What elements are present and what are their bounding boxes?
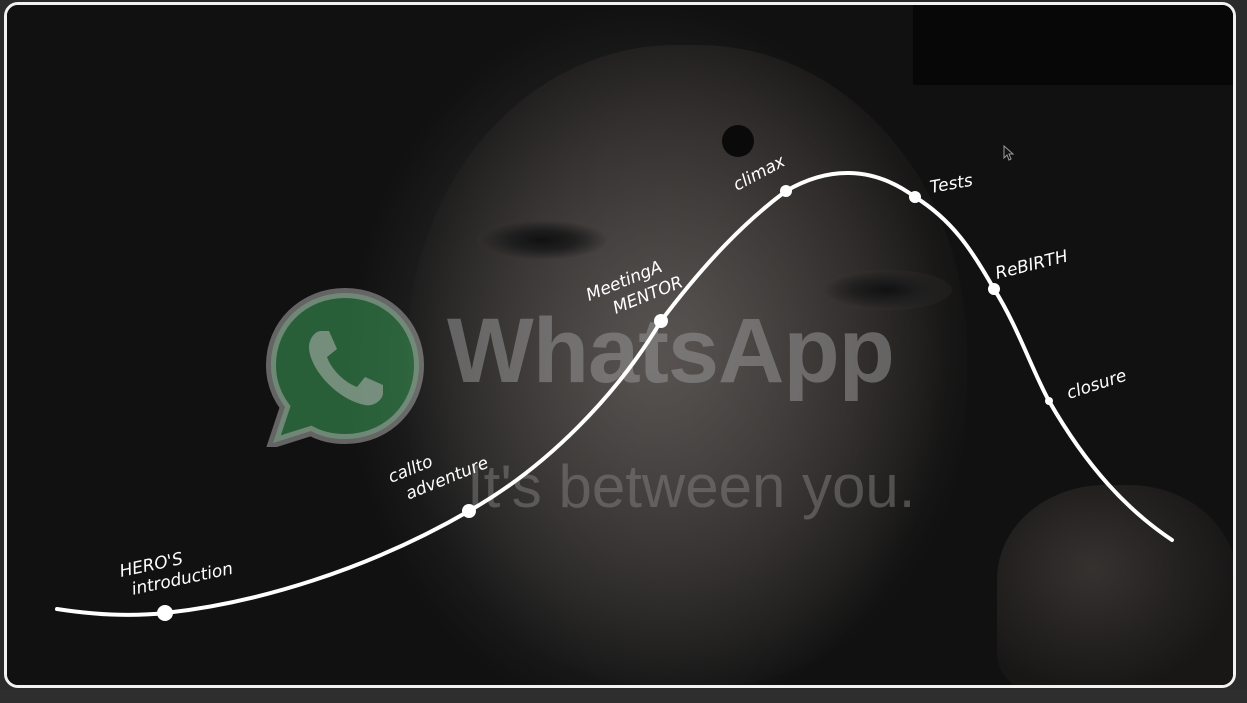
stage-label-tests: Tests	[928, 171, 974, 198]
story-arc-overlay: HERO'S introduction callto adventure Mee…	[55, 151, 1174, 621]
stage-marker	[462, 504, 476, 518]
stage-marker	[157, 605, 173, 621]
stage-marker	[909, 191, 921, 203]
stage-marker	[1045, 397, 1053, 405]
stage-marker	[988, 283, 1000, 295]
bottom-strip	[0, 690, 1247, 703]
mouse-pointer-icon	[1003, 145, 1015, 161]
stage-label-rebirth: ReBIRTH	[993, 247, 1070, 284]
stage-marker	[654, 314, 668, 328]
stage-label-closure: closure	[1064, 366, 1129, 404]
stage-marker	[780, 185, 792, 197]
video-frame[interactable]: WhatsApp It's between you. HERO'S introd…	[4, 2, 1236, 688]
story-arc-curve	[55, 171, 1174, 617]
screen: WhatsApp It's between you. HERO'S introd…	[0, 0, 1247, 703]
